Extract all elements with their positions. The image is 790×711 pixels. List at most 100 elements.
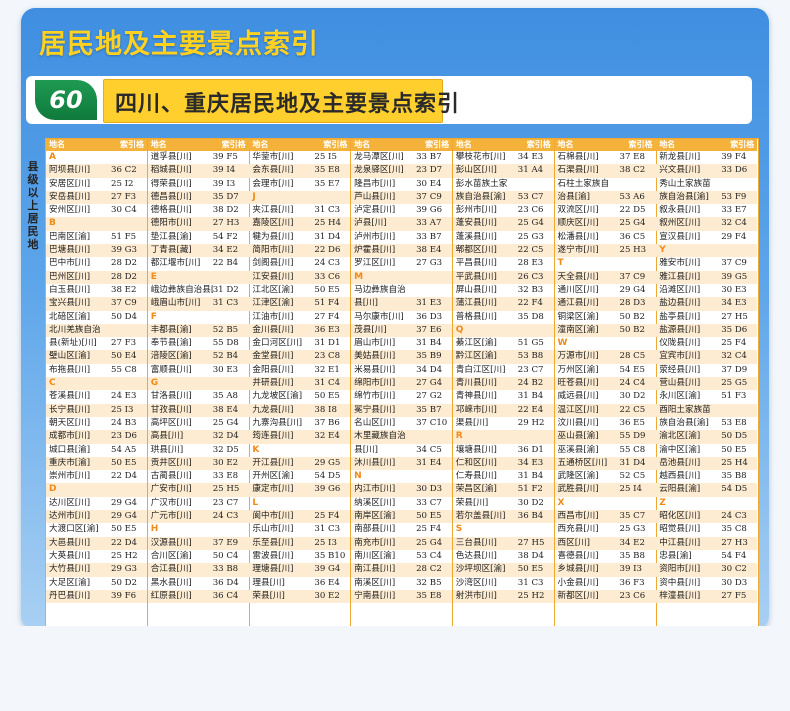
letter-heading: J [249, 190, 351, 205]
place-name: 马边彝族自治 [354, 284, 406, 295]
grid-reference: 54 E5 [619, 364, 645, 375]
index-entry: 荥经县[川] 37 D9 [656, 364, 757, 377]
index-entry: 德昌县[川] 35 D7 [147, 190, 249, 205]
grid-reference [518, 324, 554, 337]
index-entry: 名山区[川] 37 C10 [351, 417, 452, 430]
grid-reference: 36 B4 [517, 511, 544, 522]
index-entry: 开州区[渝] 54 D5 [249, 470, 350, 483]
grid-reference: 25 G5 [721, 378, 748, 389]
letter-heading: Y [656, 244, 758, 258]
index-entry: 芦山县[川] 37 C9 [351, 190, 453, 205]
grid-reference: 30 C2 [721, 564, 747, 575]
grid-reference [314, 497, 350, 510]
index-entry: 道孚县[川] 39 F5 [148, 151, 249, 164]
header-grid-index: 索引格 [323, 140, 348, 149]
place-name: 县[川] [354, 298, 378, 309]
grid-reference [314, 191, 350, 204]
place-name: 巴南区[渝] [49, 231, 91, 242]
grid-reference: 35 D8 [517, 311, 544, 322]
index-entry: 白玉县[川] 38 E2 [46, 284, 147, 297]
place-name: 叙州区[川] [659, 218, 701, 229]
place-name: 眉山市[川] [354, 338, 396, 349]
grid-reference: 54 D5 [314, 471, 341, 482]
place-name: 射洪市[川] [455, 590, 497, 601]
panel-title: 居民地及主要景点索引 [39, 29, 319, 60]
index-entry: 雷波县[川] 35 B10 [249, 550, 350, 563]
grid-reference: 39 G3 [111, 245, 137, 256]
index-entry: 江北区[渝] 50 E5 [249, 284, 350, 297]
grid-reference: 33 D6 [721, 165, 748, 176]
index-entry: 蓬安县[川] 25 G4 [452, 217, 554, 231]
place-name: 理县[川] [252, 577, 285, 588]
grid-reference: 27 F3 [111, 338, 137, 349]
letter-label: R [455, 431, 463, 442]
grid-reference: 32 C4 [721, 218, 747, 229]
grid-reference: 27 H3 [721, 537, 748, 548]
grid-reference: 35 B10 [314, 550, 346, 561]
place-name: 壤塘县[川] [455, 444, 497, 455]
index-entry: 荣昌区[渝] 51 F2 [452, 483, 554, 497]
letter-heading: C [46, 377, 147, 391]
header-grid-index: 索引格 [221, 140, 246, 149]
grid-reference: 27 G2 [416, 391, 443, 402]
place-name: 仪陇县[川] [659, 338, 701, 349]
place-name: 南溪区[川] [354, 577, 396, 588]
index-entry: 贡井区[川] 30 E2 [147, 456, 249, 471]
index-entry: 金口河区[川] 31 D1 [249, 337, 350, 350]
place-name: 宝兴县[川] [49, 298, 91, 309]
grid-reference: 32 E1 [314, 364, 340, 375]
index-entry: 筠连县[川] 32 E4 [249, 430, 351, 444]
index-entry: 盐源县[川] 35 D6 [656, 323, 758, 338]
place-name: 泸州市[川] [354, 231, 396, 242]
letter-heading: X [555, 497, 656, 510]
place-name: 邛崃市[川] [455, 404, 497, 415]
index-entry: 丁青县[藏] 34 E2 [147, 244, 249, 258]
grid-reference: 28 D3 [619, 298, 646, 309]
place-name: 五通桥区[川] [557, 457, 608, 468]
grid-reference: 38 E4 [212, 404, 239, 415]
grid-reference: 25 I5 [314, 152, 337, 162]
index-entry: 云阳县[渝] 54 D5 [656, 483, 758, 497]
index-entry: 达川区[川] 29 G4 [46, 497, 147, 510]
index-entry: 眉山市[川] 31 B4 [351, 337, 452, 350]
index-entry: 彭水苗族土家 [453, 178, 554, 191]
grid-reference [620, 178, 656, 191]
place-name: 璧山区[渝] [49, 351, 91, 362]
letter-label: G [150, 378, 159, 389]
place-name: 九寨沟县[川] [252, 417, 303, 428]
grid-reference: 37 B6 [314, 417, 340, 428]
index-entry: 小金县[川] 36 F3 [555, 577, 656, 590]
place-name: 旺苍县[川] [557, 378, 599, 389]
index-entry: 犍为县[川] 31 D4 [249, 231, 350, 244]
index-entry: 大英县[川] 25 H2 [46, 550, 147, 563]
letter-heading: F [148, 311, 249, 324]
letter-heading: E [147, 270, 249, 284]
index-entry: 龙马潭区[川] 33 B7 [351, 151, 452, 164]
letter-heading: K [249, 444, 350, 457]
header-place-name: 地名 [557, 140, 574, 149]
grid-reference: 50 E5 [111, 524, 137, 535]
place-name: 渝中区[渝] [659, 444, 701, 455]
grid-reference: 35 E8 [314, 165, 340, 176]
grid-reference: 34 E2 [619, 537, 645, 548]
letter-heading: W [555, 337, 656, 350]
place-name: 石柱土家族自 [557, 178, 610, 189]
place-name: 平昌县[川] [455, 258, 497, 269]
index-entry: 五通桥区[川] 31 D4 [554, 456, 656, 471]
place-name: 铜梁区[渝] [557, 311, 599, 322]
index-entry: 理塘县[川] 39 G4 [249, 563, 351, 577]
index-entry: 开江县[川] 29 G5 [249, 456, 351, 471]
place-name: 盐亭县[川] [659, 311, 701, 322]
place-name: 红原县[川] [150, 590, 192, 601]
place-name: 木里藏族自治 [354, 431, 406, 442]
grid-reference: 38 D4 [517, 550, 544, 561]
grid-reference: 33 E8 [212, 471, 239, 482]
grid-reference: 38 I8 [314, 404, 337, 415]
grid-reference: 55 D9 [619, 431, 646, 442]
grid-reference: 37 E8 [619, 152, 645, 162]
place-name: 古蔺县[川] [150, 471, 192, 482]
grid-reference: 33 B7 [416, 231, 442, 242]
grid-reference: 34 D4 [416, 364, 443, 375]
place-name: 巴塘县[川] [49, 245, 91, 256]
place-name: 泸定县[川] [354, 205, 396, 216]
